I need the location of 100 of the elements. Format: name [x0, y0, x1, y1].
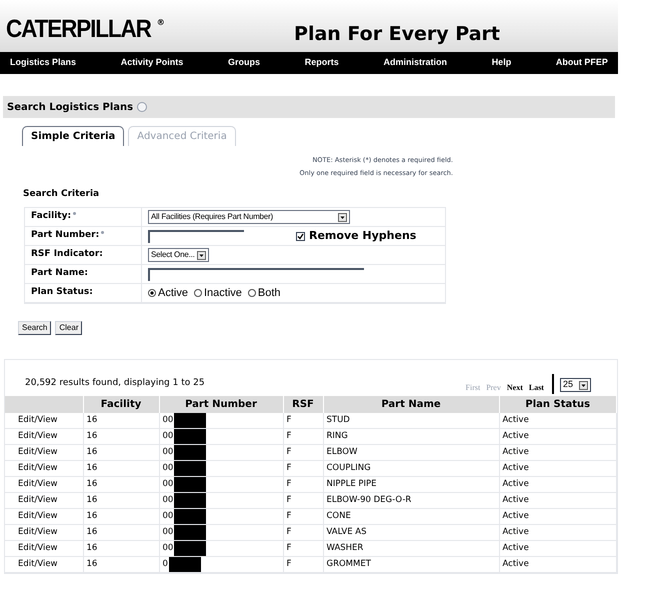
- edit-view-link[interactable]: Edit/View: [18, 543, 58, 554]
- radio-button[interactable]: [194, 289, 202, 297]
- nav-link[interactable]: Administration: [383, 56, 447, 70]
- table-cell: F: [286, 479, 292, 490]
- table-cell: 16: [86, 543, 98, 554]
- table-cell: Active: [502, 527, 529, 538]
- table-cell: CONE: [326, 511, 351, 522]
- radio-label: Inactive: [204, 286, 242, 301]
- table-cell: STUD: [326, 415, 350, 426]
- field-label: RSF Indicator:: [31, 248, 103, 262]
- redaction-bar: [174, 445, 206, 460]
- table-cell: 0: [162, 558, 168, 571]
- input-field[interactable]: [148, 268, 364, 280]
- nav-link[interactable]: About PFEP: [556, 56, 608, 70]
- table-cell: 16: [86, 559, 98, 570]
- table-cell: WASHER: [326, 543, 364, 554]
- dropdown-icon: [196, 250, 206, 260]
- redaction-bar: [174, 509, 206, 524]
- edit-view-link[interactable]: Edit/View: [18, 559, 58, 570]
- criteria-title: Search Criteria: [23, 188, 100, 200]
- redaction-bar: [174, 493, 206, 508]
- table-cell: 00: [162, 510, 174, 523]
- pager-link[interactable]: Last: [528, 382, 544, 394]
- tab[interactable]: Simple Criteria: [22, 126, 124, 146]
- table-cell: 00: [162, 526, 174, 539]
- field-label: Facility:: [31, 210, 72, 224]
- table-cell: F: [286, 415, 292, 426]
- facility-select[interactable]: All Facilities (Requires Part Number): [148, 210, 350, 224]
- table-cell: F: [286, 495, 292, 506]
- table-cell: F: [286, 463, 292, 474]
- table-cell: 00: [162, 414, 174, 427]
- table-cell: ELBOW-90 DEG-O-R: [326, 495, 412, 506]
- table-cell: 00: [162, 542, 174, 555]
- table-cell: Active: [502, 543, 529, 554]
- results-summary: 20,592 results found, displaying 1 to 25: [25, 376, 205, 390]
- logo: CATERPILLAR: [6, 17, 151, 42]
- table-cell: Active: [502, 463, 529, 474]
- edit-view-link[interactable]: Edit/View: [18, 447, 58, 458]
- redaction-bar: [174, 525, 206, 540]
- edit-view-link[interactable]: Edit/View: [18, 479, 58, 490]
- nav-link[interactable]: Activity Points: [120, 56, 184, 70]
- radio-label: Active: [158, 286, 188, 301]
- table-cell: F: [286, 559, 292, 570]
- table-cell: Active: [502, 511, 529, 522]
- table-cell: COUPLING: [326, 463, 371, 474]
- table-cell: F: [286, 431, 292, 442]
- radio-button[interactable]: [148, 289, 156, 297]
- table-cell: Active: [502, 447, 529, 458]
- registered-mark: ®: [156, 17, 165, 29]
- checkbox[interactable]: [296, 232, 305, 240]
- edit-view-link[interactable]: Edit/View: [18, 415, 58, 426]
- section-title: Search Logistics Plans: [7, 100, 134, 114]
- redaction-bar: [174, 413, 206, 428]
- dropdown-icon: [338, 212, 347, 222]
- radio-button[interactable]: [248, 289, 256, 297]
- table-cell: F: [286, 447, 292, 458]
- table-cell: F: [286, 543, 292, 554]
- nav-link[interactable]: Groups: [228, 56, 260, 70]
- table-cell: 16: [86, 527, 98, 538]
- table-cell: 16: [86, 479, 98, 490]
- table-cell: NIPPLE PIPE: [326, 479, 377, 490]
- table-cell: 16: [86, 431, 98, 442]
- dropdown-icon: [579, 380, 588, 390]
- nav-link[interactable]: Help: [492, 56, 512, 70]
- column-header: RSF: [292, 399, 314, 410]
- table-cell: GROMMET: [326, 559, 371, 570]
- table-cell: Active: [502, 559, 529, 570]
- redaction-bar: [174, 461, 206, 476]
- required-asterisk-icon: [73, 212, 76, 216]
- edit-view-link[interactable]: Edit/View: [18, 511, 58, 522]
- table-cell: VALVE AS: [326, 527, 366, 538]
- nav-link[interactable]: Reports: [304, 56, 339, 70]
- edit-view-link[interactable]: Edit/View: [18, 495, 58, 506]
- checkbox-label: Remove Hyphens: [309, 228, 416, 244]
- edit-view-link[interactable]: Edit/View: [18, 527, 58, 538]
- form-button[interactable]: Search: [18, 321, 52, 335]
- table-cell: 16: [86, 495, 98, 506]
- required-asterisk-icon: [101, 231, 104, 234]
- page-size-select[interactable]: 25: [560, 378, 591, 392]
- nav-link[interactable]: Logistics Plans: [10, 56, 76, 70]
- table-cell: Active: [502, 495, 529, 506]
- form-button[interactable]: Clear: [55, 321, 82, 335]
- rsf-select[interactable]: Select One...: [148, 248, 209, 262]
- table-cell: Active: [502, 479, 529, 490]
- field-label: Part Name:: [31, 267, 88, 280]
- field-label: Part Number:: [31, 229, 100, 242]
- table-cell: Active: [502, 431, 529, 442]
- redaction-bar: [168, 557, 201, 572]
- edit-view-link[interactable]: Edit/View: [18, 431, 58, 442]
- table-cell: 00: [162, 430, 174, 443]
- edit-view-link[interactable]: Edit/View: [18, 463, 58, 474]
- table-cell: 00: [162, 478, 174, 491]
- pager-link[interactable]: Next: [506, 382, 523, 394]
- table-cell: 00: [162, 462, 174, 475]
- input-field[interactable]: [148, 230, 244, 242]
- table-cell: ELBOW: [326, 447, 358, 458]
- column-header: Part Number: [185, 399, 257, 410]
- redaction-bar: [174, 541, 206, 556]
- table-cell: F: [286, 527, 292, 538]
- redaction-bar: [174, 429, 206, 444]
